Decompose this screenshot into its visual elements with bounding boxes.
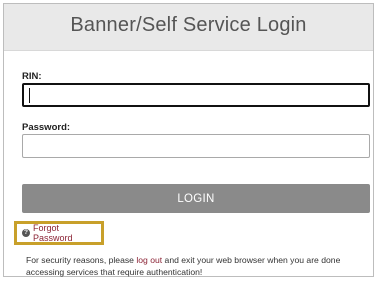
rin-label: RIN: [22,71,42,82]
rin-input[interactable] [22,83,370,107]
logout-link[interactable]: log out [136,255,162,265]
notice-text-before: For security reasons, please [26,255,137,265]
question-circle-icon: ? [22,229,30,237]
page-title: Banner/Self Service Login [70,13,307,36]
login-header: Banner/Self Service Login [4,4,373,51]
forgot-password-link[interactable]: ? Forgot Password [14,221,104,245]
login-panel: Banner/Self Service Login RIN: Password:… [3,3,374,277]
security-notice: For security reasons, please log out and… [26,254,370,278]
password-label: Password: [22,122,71,133]
login-button[interactable]: LOGIN [22,184,370,213]
password-input[interactable] [22,134,370,158]
forgot-password-label: Forgot Password [33,223,73,243]
text-caret [29,88,30,103]
